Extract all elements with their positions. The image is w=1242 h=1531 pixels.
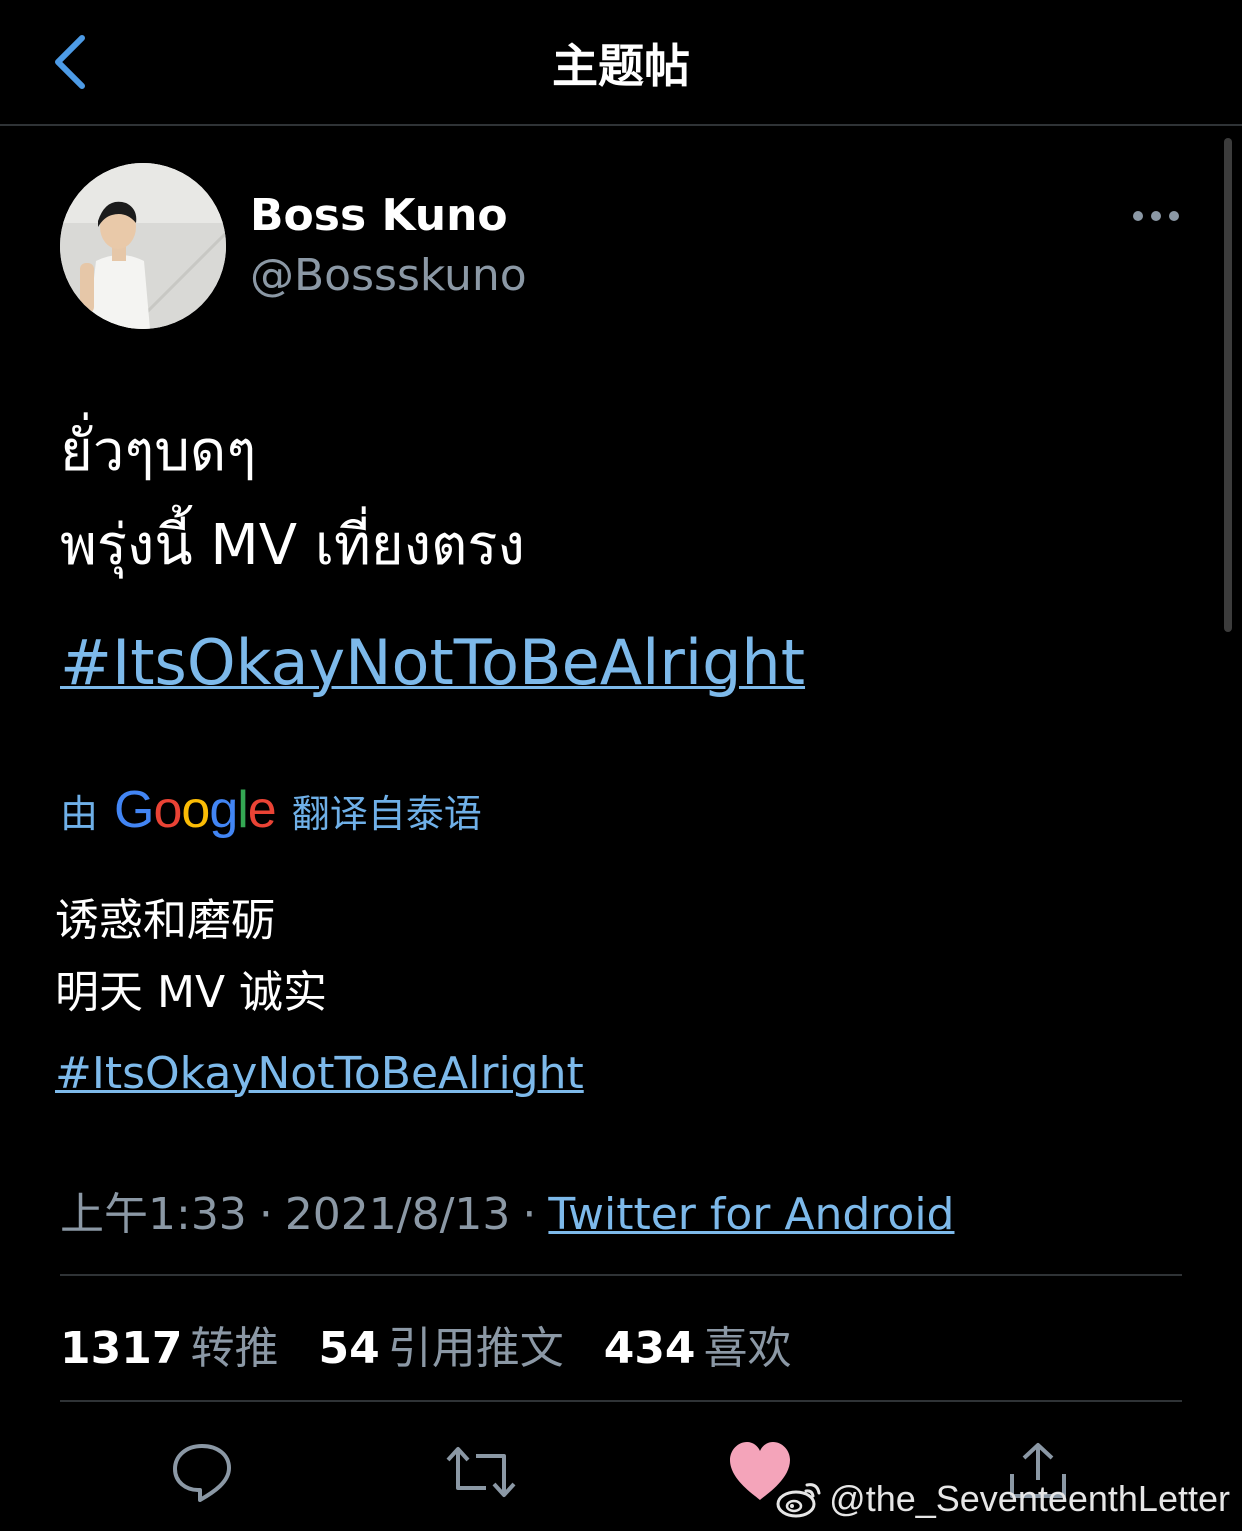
more-horizontal-icon bbox=[1133, 211, 1179, 221]
avatar[interactable] bbox=[60, 163, 226, 329]
watermark: @the_SeventeenthLetter bbox=[775, 1478, 1230, 1520]
watermark-text: @the_SeventeenthLetter bbox=[829, 1478, 1230, 1519]
tweet-text-line: ยั่วๆบดๆ bbox=[60, 419, 257, 484]
meta-separator: · bbox=[522, 1189, 537, 1240]
translation-suffix: 翻译自泰语 bbox=[291, 791, 482, 836]
avatar-photo bbox=[60, 163, 226, 329]
tweet-time: 上午1:33 bbox=[60, 1189, 247, 1240]
retweet-icon[interactable] bbox=[446, 1440, 516, 1504]
hashtag-link[interactable]: #ItsOkayNotToBeAlright bbox=[60, 626, 805, 699]
meta-separator: · bbox=[258, 1189, 273, 1240]
google-logo: Google bbox=[114, 781, 277, 839]
translated-hashtag-link[interactable]: #ItsOkayNotToBeAlright bbox=[55, 1048, 584, 1099]
divider bbox=[60, 1400, 1182, 1402]
weibo-logo-icon bbox=[776, 1483, 821, 1518]
source-link[interactable]: Twitter for Android bbox=[548, 1189, 954, 1240]
user-handle[interactable]: @Bossskuno bbox=[250, 250, 527, 301]
quote-count[interactable]: 54 引用推文 bbox=[318, 1323, 563, 1374]
divider bbox=[60, 1274, 1182, 1276]
engagement-stats: 1317 转推 54 引用推文 434 喜欢 bbox=[60, 1312, 818, 1376]
translated-text-line: 明天 MV 诚实 bbox=[55, 967, 328, 1018]
reply-icon[interactable] bbox=[170, 1440, 234, 1504]
tweet-text-line: พรุ่งนี้ MV เที่ยงตรง bbox=[60, 513, 525, 578]
tweet-meta: 上午1:33 · 2021/8/13 · Twitter for Android bbox=[60, 1178, 954, 1242]
translation-label[interactable]: 由 Google 翻译自泰语 bbox=[60, 780, 482, 840]
tweet-date: 2021/8/13 bbox=[284, 1189, 511, 1240]
display-name[interactable]: Boss Kuno bbox=[250, 190, 508, 241]
retweet-count[interactable]: 1317 转推 bbox=[60, 1323, 278, 1374]
like-count[interactable]: 434 喜欢 bbox=[604, 1323, 792, 1374]
page-title: 主题帖 bbox=[552, 39, 690, 93]
translated-text-line: 诱惑和磨砺 bbox=[55, 895, 275, 946]
more-options-button[interactable] bbox=[1128, 198, 1184, 234]
scrollbar[interactable] bbox=[1224, 138, 1232, 632]
top-bar: 主题帖 bbox=[0, 0, 1242, 126]
translation-prefix: 由 bbox=[60, 791, 99, 836]
